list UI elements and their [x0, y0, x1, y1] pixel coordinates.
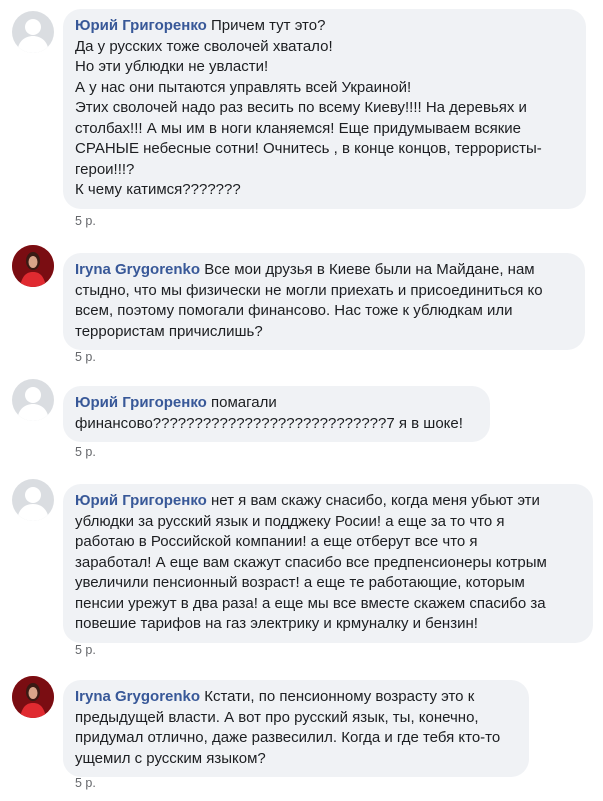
comment-bubble: Юрий Григоренко нет я вам скажу снасибо,… [63, 484, 593, 643]
comment-bubble: Юрий Григоренко помагали финансово??????… [63, 386, 490, 442]
default-profile-icon[interactable] [12, 479, 54, 521]
default-profile-icon[interactable] [12, 379, 54, 421]
comment-text: помагали [210, 394, 277, 411]
comment-text: повешие тарифов на газ электрику и крмун… [75, 615, 478, 632]
comment-text: нет я вам скажу снасибо, когда меня убью… [210, 492, 540, 509]
comment-text: работаю в Российской компании! а еще отб… [75, 533, 478, 550]
comment-author-link[interactable]: Iryna Grygorenko [75, 688, 200, 705]
comment-text: всем, поэтому помогали финансово. Нас то… [75, 302, 513, 319]
comment-text: СРАНЫЕ небесные сотни! Очнитесь , в конц… [75, 140, 542, 157]
comment-text: пенсии урежут в два раза! а еще мы все в… [75, 594, 546, 612]
comment-text: герои!!!? [75, 160, 135, 178]
profile-photo-icon[interactable] [12, 245, 54, 287]
comment-text: А у нас они пытаются управлять всей Укра… [75, 78, 412, 96]
comment-timestamp[interactable]: 5 р. [75, 214, 96, 228]
comment-bubble: Iryna Grygorenko Кстати, по пенсионному … [63, 680, 529, 777]
comment-author-link[interactable]: Юрий Григоренко [75, 492, 207, 509]
comment-text: Но эти ублюдки не увласти! [75, 58, 269, 75]
profile-photo-icon[interactable] [12, 676, 54, 718]
comment-text: заработал! А еще вам скажут спасибо все … [75, 553, 547, 571]
comment-bubble: Юрий Григоренко Причем тут это? Да у рус… [63, 9, 586, 209]
comment-text: К чему катимся??????? [75, 181, 241, 198]
default-profile-icon[interactable] [12, 11, 54, 53]
comment-text: стыдно, что мы физически не могли приеха… [75, 281, 543, 299]
comment-text: Все мои друзья в Киеве были на Майдане, … [204, 261, 535, 278]
comment-author-link[interactable]: Юрий Григоренко [75, 17, 207, 34]
comment-text: Причем тут это? [210, 17, 326, 34]
comment-text: Этих сволочей надо раз весить по всему К… [75, 99, 527, 116]
comment-bubble: Iryna Grygorenko Все мои друзья в Киеве … [63, 253, 585, 350]
comment-text: предыдущей власти. А вот про русский язы… [75, 708, 479, 726]
comment-text: Да у русских тоже сволочей хватало! [75, 37, 333, 55]
comment-text: столбах!!! А мы им в ноги кланяемся! Еще… [75, 119, 522, 137]
comment-text: террористам причислишь? [75, 322, 263, 340]
comment-text: ущемил с русским языком? [75, 749, 266, 767]
comment-timestamp[interactable]: 5 р. [75, 776, 96, 790]
comment-author-link[interactable]: Юрий Григоренко [75, 394, 207, 411]
comment-timestamp[interactable]: 5 р. [75, 643, 96, 657]
comment-text: придумал отлично, даже развесилил. Когда… [75, 729, 501, 746]
comment-author-link[interactable]: Iryna Grygorenko [75, 261, 200, 278]
comment-text: Кстати, по пенсионному возрасту это к [204, 688, 475, 705]
comment-timestamp[interactable]: 5 р. [75, 445, 96, 459]
comment-text: ублюдки за русский язык и подджеку Росии… [75, 512, 505, 530]
comment-timestamp[interactable]: 5 р. [75, 350, 96, 364]
comment-text: увеличили пенсионный возраст! а еще те р… [75, 574, 525, 591]
comment-text: финансово????????????????????????????7 я… [75, 414, 463, 432]
